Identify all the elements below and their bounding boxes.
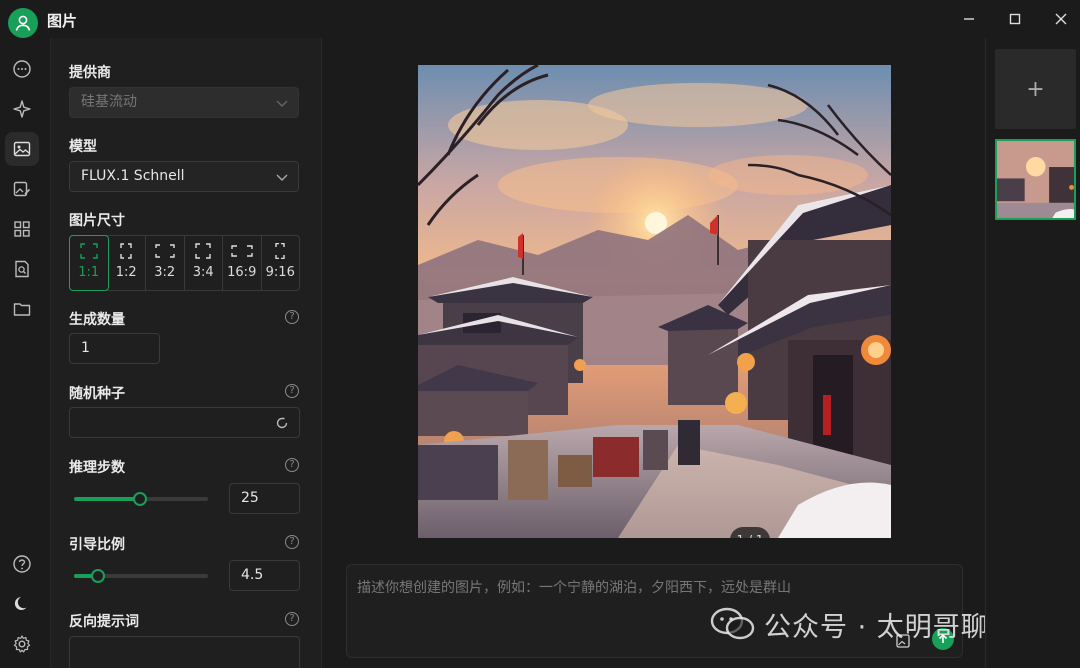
steps-slider-fill — [74, 497, 140, 501]
size-option-label: 9:16 — [265, 265, 295, 280]
guidance-input[interactable]: 4.5 — [229, 560, 300, 591]
size-label: 图片尺寸 — [69, 213, 125, 229]
provider-value: 硅基流动 — [81, 94, 137, 110]
seed-label: 随机种子 — [69, 386, 125, 402]
user-avatar[interactable] — [8, 8, 38, 38]
chevron-down-icon — [276, 100, 288, 107]
thumbnail-strip: + — [985, 38, 1080, 668]
aspect-portrait-icon — [195, 243, 211, 259]
guidance-label: 引导比例 — [69, 537, 125, 553]
size-option-label: 1:2 — [115, 265, 137, 280]
chat-icon — [13, 60, 31, 78]
negative-prompt-label: 反向提示词 — [69, 614, 139, 630]
provider-label: 提供商 — [69, 65, 111, 81]
size-option-3-4[interactable]: 3:4 — [185, 236, 223, 290]
aspect-landscape-icon — [155, 244, 175, 258]
aspect-wide-icon — [231, 245, 253, 257]
count-label: 生成数量 — [69, 312, 125, 328]
minimize-icon — [964, 18, 974, 20]
nav-settings[interactable] — [5, 627, 39, 661]
nav-images[interactable] — [5, 132, 39, 166]
thumbnail-image[interactable] — [995, 139, 1076, 220]
size-option-3-2[interactable]: 3:2 — [146, 236, 185, 290]
negative-prompt-input[interactable] — [69, 636, 300, 668]
nav-help[interactable] — [5, 547, 39, 581]
thumbnail-art — [997, 141, 1074, 218]
size-option-label: 3:2 — [154, 265, 176, 280]
watermark: 公众号 · 太明哥聊 AI — [710, 604, 1027, 644]
folder-icon — [13, 303, 31, 316]
generated-image[interactable]: 1 / 1 — [418, 65, 891, 538]
minimize-button[interactable] — [946, 4, 992, 34]
nav-files[interactable] — [5, 292, 39, 326]
help-icon[interactable]: ? — [285, 458, 299, 472]
prompt-placeholder: 描述你想创建的图片，例如：一个宁静的湖泊，夕阳西下，远处是群山 — [357, 580, 791, 596]
close-button[interactable] — [1038, 4, 1080, 34]
help-icon[interactable]: ? — [285, 310, 299, 324]
image-workspace: 1 / 1 描述你想创建的图片，例如：一个宁静的湖泊，夕阳西下，远处是群山 — [323, 38, 984, 668]
model-value: FLUX.1 Schnell — [81, 168, 185, 184]
image-edit-icon — [13, 181, 31, 197]
steps-slider-thumb[interactable] — [132, 492, 147, 506]
steps-input[interactable]: 25 — [229, 483, 300, 514]
aspect-square-icon — [80, 243, 98, 259]
nav-assistant[interactable] — [5, 92, 39, 126]
theme-toggle[interactable] — [5, 587, 39, 621]
apps-icon — [14, 221, 30, 237]
seed-input[interactable] — [69, 407, 300, 438]
provider-select[interactable]: 硅基流动 — [69, 87, 299, 118]
nav-image-edit[interactable] — [5, 172, 39, 206]
refresh-icon[interactable] — [275, 416, 289, 430]
help-icon[interactable]: ? — [285, 384, 299, 398]
plus-icon: + — [1026, 76, 1045, 102]
size-option-label: 16:9 — [227, 265, 257, 280]
chevron-down-icon — [276, 174, 288, 181]
steps-label: 推理步数 — [69, 460, 125, 476]
wechat-logo-icon — [710, 607, 755, 640]
nav-chat[interactable] — [5, 52, 39, 86]
nav-apps[interactable] — [5, 212, 39, 246]
help-icon — [13, 555, 31, 573]
steps-slider[interactable] — [74, 492, 208, 506]
title-bar: 图片 — [0, 0, 1080, 38]
user-icon — [15, 15, 31, 31]
guidance-slider[interactable] — [74, 569, 208, 583]
generated-image-art — [418, 65, 891, 538]
gear-icon — [13, 635, 31, 653]
sparkle-icon — [13, 100, 31, 118]
count-input[interactable]: 1 — [69, 333, 160, 364]
model-select[interactable]: FLUX.1 Schnell — [69, 161, 299, 192]
new-image-button[interactable]: + — [995, 49, 1076, 129]
app-title: 图片 — [47, 12, 78, 30]
size-option-label: 3:4 — [192, 265, 214, 280]
size-option-9-16[interactable]: 9:16 — [262, 236, 300, 290]
moon-icon — [14, 597, 27, 610]
image-settings-panel: 提供商 硅基流动 模型 FLUX.1 Schnell 图片尺寸 1:1 1:2 … — [50, 38, 322, 668]
maximize-button[interactable] — [992, 4, 1038, 34]
help-icon[interactable]: ? — [285, 612, 299, 626]
image-counter: 1 / 1 — [730, 527, 770, 538]
help-icon[interactable]: ? — [285, 535, 299, 549]
nav-documents[interactable] — [5, 252, 39, 286]
nav-rail — [0, 38, 46, 668]
model-label: 模型 — [69, 139, 97, 155]
size-option-1-2[interactable]: 1:2 — [108, 236, 146, 290]
size-option-label: 1:1 — [78, 265, 100, 280]
close-icon — [1055, 13, 1067, 25]
size-selector: 1:1 1:2 3:2 3:4 16:9 9:16 — [69, 235, 300, 291]
doc-search-icon — [15, 260, 29, 278]
image-icon — [13, 141, 31, 157]
size-option-1-1[interactable]: 1:1 — [69, 235, 109, 291]
aspect-portrait-icon — [120, 243, 132, 259]
guidance-slider-thumb[interactable] — [91, 569, 106, 583]
maximize-icon — [1009, 13, 1021, 25]
size-option-16-9[interactable]: 16:9 — [223, 236, 262, 290]
aspect-tall-icon — [275, 243, 285, 259]
